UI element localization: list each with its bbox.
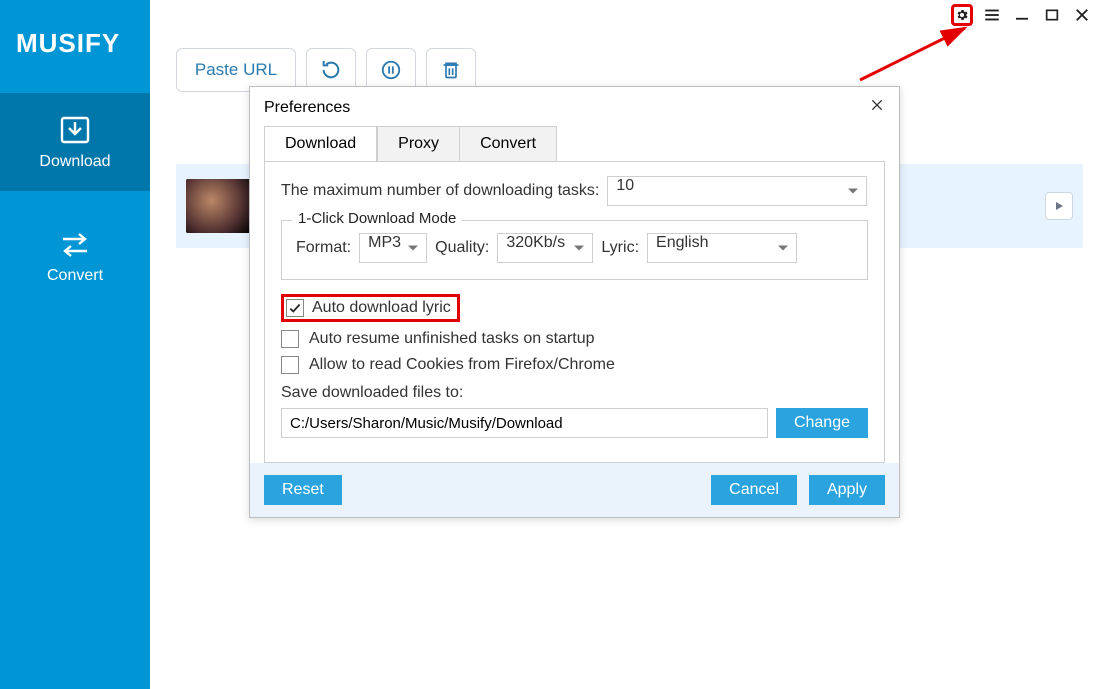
- save-path-input[interactable]: [281, 408, 768, 438]
- sidebar: MUSIFY Download Convert: [0, 0, 150, 689]
- close-button[interactable]: [1071, 4, 1093, 26]
- track-thumbnail: [186, 179, 250, 233]
- quality-select[interactable]: 320Kb/s: [497, 233, 593, 263]
- tab-panel-download: The maximum number of downloading tasks:…: [264, 161, 885, 463]
- checkbox-auto-resume-label: Auto resume unfinished tasks on startup: [309, 330, 595, 348]
- format-label: Format:: [296, 239, 351, 257]
- dialog-tabs: Download Proxy Convert: [264, 126, 557, 161]
- convert-icon: [59, 231, 91, 259]
- close-icon: [869, 97, 885, 113]
- one-click-mode-fieldset: 1-Click Download Mode Format: MP3 Qualit…: [281, 220, 868, 280]
- reset-button[interactable]: Reset: [264, 475, 342, 505]
- play-button[interactable]: [1045, 192, 1073, 220]
- minimize-icon: [1013, 6, 1031, 24]
- max-tasks-select[interactable]: 10: [607, 176, 867, 206]
- cancel-button[interactable]: Cancel: [711, 475, 797, 505]
- lyric-select[interactable]: English: [647, 233, 797, 263]
- max-tasks-label: The maximum number of downloading tasks:: [281, 182, 599, 200]
- hamburger-icon: [983, 6, 1001, 24]
- sidebar-item-label: Download: [0, 153, 150, 171]
- tab-download[interactable]: Download: [265, 127, 377, 161]
- tab-proxy[interactable]: Proxy: [377, 127, 459, 161]
- checkbox-auto-resume[interactable]: [281, 330, 299, 348]
- menu-button[interactable]: [981, 4, 1003, 26]
- maximize-icon: [1044, 7, 1060, 23]
- app-logo: MUSIFY: [0, 0, 150, 59]
- checkbox-auto-lyric-label: Auto download lyric: [312, 299, 451, 317]
- sidebar-item-convert[interactable]: Convert: [0, 209, 150, 305]
- sidebar-item-download[interactable]: Download: [0, 93, 150, 191]
- sidebar-item-label: Convert: [0, 267, 150, 285]
- maximize-button[interactable]: [1041, 4, 1063, 26]
- fieldset-legend: 1-Click Download Mode: [292, 210, 462, 227]
- trash-icon: [441, 59, 461, 81]
- checkbox-cookies-label: Allow to read Cookies from Firefox/Chrom…: [309, 356, 615, 374]
- lyric-label: Lyric:: [601, 239, 639, 257]
- change-button[interactable]: Change: [776, 408, 868, 438]
- checkbox-cookies[interactable]: [281, 356, 299, 374]
- dialog-close-button[interactable]: [869, 97, 885, 118]
- dialog-title: Preferences: [264, 99, 350, 117]
- download-icon: [59, 115, 91, 145]
- dialog-titlebar: Preferences: [250, 87, 899, 126]
- save-path-label: Save downloaded files to:: [281, 384, 868, 402]
- retry-icon: [320, 59, 342, 81]
- annotation-highlight-auto-lyric: Auto download lyric: [281, 294, 460, 322]
- format-select[interactable]: MP3: [359, 233, 427, 263]
- minimize-button[interactable]: [1011, 4, 1033, 26]
- apply-button[interactable]: Apply: [809, 475, 885, 505]
- close-icon: [1073, 6, 1091, 24]
- preferences-dialog: Preferences Download Proxy Convert The m…: [249, 86, 900, 518]
- tab-convert[interactable]: Convert: [459, 127, 556, 161]
- checkbox-auto-lyric[interactable]: [286, 299, 304, 317]
- play-icon: [1053, 200, 1065, 212]
- dialog-footer: Reset Cancel Apply: [250, 463, 899, 517]
- quality-label: Quality:: [435, 239, 489, 257]
- pause-icon: [380, 59, 402, 81]
